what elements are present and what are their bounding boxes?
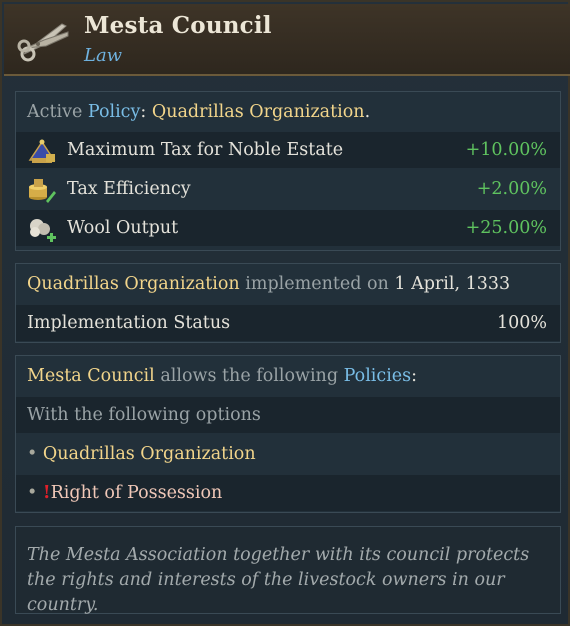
allows-text: allows the following xyxy=(160,366,339,386)
tax-efficiency-icon xyxy=(26,175,58,205)
modifier-label: Tax Efficiency xyxy=(67,179,191,199)
allows-line: Mesta Council allows the following Polic… xyxy=(16,358,560,394)
implementation-date-row: Quadrillas Organization implemented on 1… xyxy=(16,266,560,302)
options-header-row: With the following options xyxy=(16,397,560,433)
modifier-label: Wool Output xyxy=(67,218,179,238)
tooltip-header: Mesta Council Law xyxy=(4,4,570,76)
modifier-value: +2.00% xyxy=(476,179,547,199)
law-category: Law xyxy=(84,45,123,66)
active-prefix: Active xyxy=(27,102,83,122)
warning-icon: ! xyxy=(42,483,51,503)
modifier-row: Maximum Tax for Noble Estate +10.00% xyxy=(16,132,560,168)
active-policy-name[interactable]: Quadrillas Organization xyxy=(152,102,365,122)
policy-option-row[interactable]: • Quadrillas Organization xyxy=(16,436,560,472)
noble-estate-icon xyxy=(26,136,58,166)
bullet: • xyxy=(27,444,38,464)
policy-option-row[interactable]: • !Right of Possession xyxy=(16,475,560,511)
allowed-policies-panel: Mesta Council allows the following Polic… xyxy=(15,355,561,513)
active-policy-panel: Active Policy: Quadrillas Organization. … xyxy=(15,91,561,251)
options-text: With the following options xyxy=(27,405,261,425)
modifier-value: +25.00% xyxy=(465,218,547,238)
law-title: Mesta Council xyxy=(84,12,272,39)
modifier-label: Maximum Tax for Noble Estate xyxy=(67,140,344,160)
implementation-status-row: Implementation Status 100% xyxy=(16,305,560,341)
law-name-link[interactable]: Mesta Council xyxy=(27,366,155,386)
tooltip-window: Mesta Council Law Active Policy: Quadril… xyxy=(0,0,570,626)
shears-icon xyxy=(16,18,72,62)
bullet: • xyxy=(27,483,38,503)
colon: : xyxy=(140,102,147,122)
modifier-row: Tax Efficiency +2.00% xyxy=(16,171,560,207)
colon: : xyxy=(411,366,418,386)
status-value: 100% xyxy=(496,313,547,333)
policies-link[interactable]: Policies xyxy=(344,366,412,386)
wool-icon xyxy=(26,214,58,244)
modifier-value: +10.00% xyxy=(465,140,547,160)
law-description: The Mesta Association together with its … xyxy=(15,526,561,615)
status-label: Implementation Status xyxy=(27,313,231,333)
implementation-date: 1 April, 1333 xyxy=(394,274,511,294)
modifier-row: Wool Output +25.00% xyxy=(16,210,560,246)
implemented-on-text: implemented on xyxy=(245,274,389,294)
active-policy-line: Active Policy: Quadrillas Organization. xyxy=(16,94,560,130)
policy-option-name[interactable]: Quadrillas Organization xyxy=(43,444,256,464)
implementation-panel: Quadrillas Organization implemented on 1… xyxy=(15,263,561,343)
implemented-policy-name[interactable]: Quadrillas Organization xyxy=(27,274,240,294)
policy-option-name[interactable]: Right of Possession xyxy=(51,483,223,503)
policy-link[interactable]: Policy xyxy=(88,102,140,122)
period: . xyxy=(364,102,371,122)
